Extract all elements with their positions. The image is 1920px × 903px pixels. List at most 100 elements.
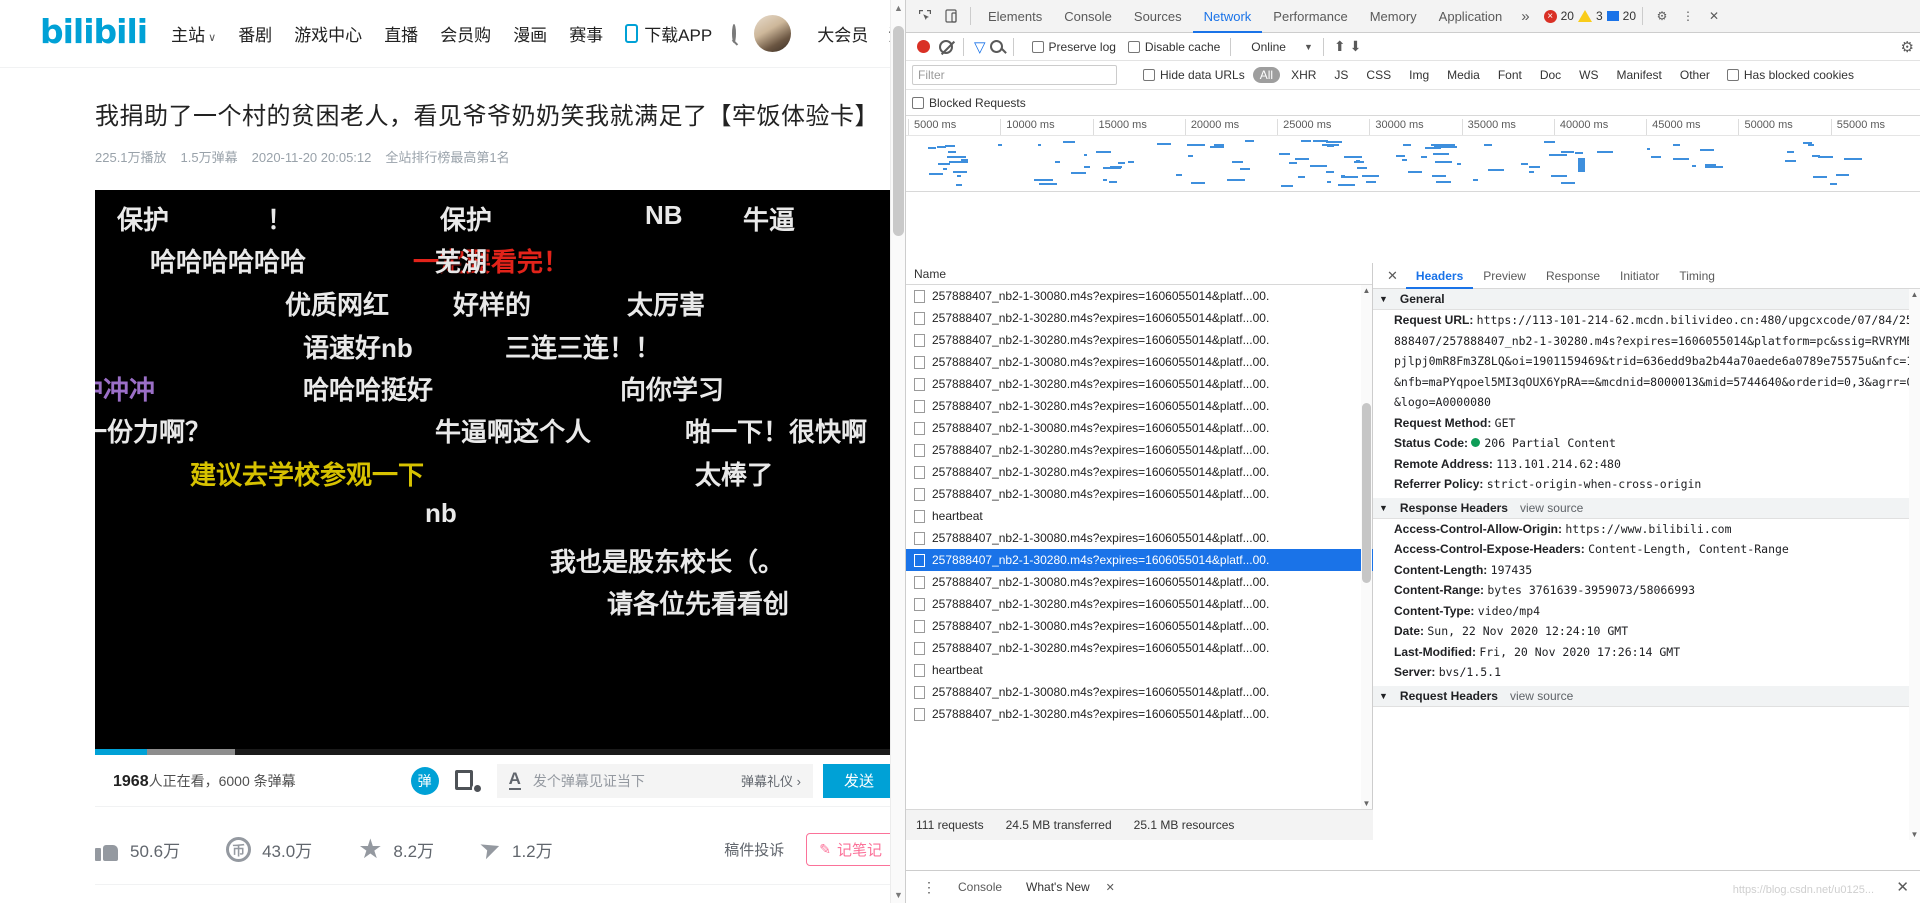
like-button[interactable]: 50.6万 — [95, 837, 180, 862]
inspect-element-icon[interactable] — [912, 3, 938, 29]
bilibili-logo[interactable]: bilibili — [40, 15, 148, 48]
table-row[interactable]: heartbeat — [906, 505, 1373, 527]
table-row[interactable]: 257888407_nb2-1-30280.m4s?expires=160605… — [906, 329, 1373, 351]
table-row[interactable]: heartbeat — [906, 659, 1373, 681]
take-note-button[interactable]: ✎ 记笔记 — [806, 832, 895, 866]
network-overview[interactable]: 5000 ms 10000 ms 15000 ms 20000 ms 25000 ms 3… — [906, 116, 1920, 192]
danmaku-etiquette-link[interactable]: 弹幕礼仪 › — [741, 771, 801, 790]
page-scrollbar-thumb[interactable] — [893, 26, 904, 236]
blocked-requests-row[interactable]: Blocked Requests — [906, 90, 1920, 116]
checkbox[interactable] — [912, 96, 924, 109]
table-row[interactable]: 257888407_nb2-1-30080.m4s?expires=160605… — [906, 571, 1373, 593]
video-player[interactable]: 保护！保护 NB 牛逼 哈哈哈哈哈哈 一定要看完！ 芜湖 优质网红 好样的 太厉害 语速好nb 三连… — [95, 190, 895, 755]
table-row[interactable]: 257888407_nb2-1-30080.m4s?expires=160605… — [906, 285, 1373, 307]
drawer-close-icon[interactable]: ✕ — [1884, 878, 1920, 896]
response-headers-section-header[interactable]: ▼ Response Headers view source — [1373, 497, 1920, 519]
tab-application[interactable]: Application — [1428, 0, 1514, 33]
details-tab-response[interactable]: Response — [1536, 263, 1610, 289]
table-row[interactable]: 257888407_nb2-1-30280.m4s?expires=160605… — [906, 637, 1373, 659]
type-filter-other[interactable]: Other — [1673, 67, 1717, 83]
tab-memory[interactable]: Memory — [1359, 0, 1428, 33]
search-icon[interactable] — [989, 40, 1003, 53]
checkbox[interactable] — [1143, 69, 1155, 81]
details-tab-timing[interactable]: Timing — [1669, 263, 1725, 289]
type-filter-manifest[interactable]: Manifest — [1610, 67, 1669, 83]
nav-item-bangumi[interactable]: 番剧 — [238, 21, 272, 46]
table-row[interactable]: 257888407_nb2-1-30080.m4s?expires=160605… — [906, 681, 1373, 703]
request-headers-section-header[interactable]: ▼ Request Headers view source — [1373, 685, 1920, 707]
type-filter-img[interactable]: Img — [1402, 67, 1436, 83]
device-toolbar-icon[interactable] — [938, 3, 964, 29]
view-source-link[interactable]: view source — [1510, 689, 1573, 703]
scroll-up-icon[interactable]: ▲ — [891, 3, 905, 13]
close-devtools-icon[interactable]: ✕ — [1701, 3, 1727, 29]
type-filter-ws[interactable]: WS — [1572, 67, 1605, 83]
table-row[interactable]: 257888407_nb2-1-30080.m4s?expires=160605… — [906, 615, 1373, 637]
table-row[interactable]: 257888407_nb2-1-30080.m4s?expires=160605… — [906, 527, 1373, 549]
type-filter-doc[interactable]: Doc — [1533, 67, 1568, 83]
request-list-scrollbar[interactable]: ▲ ▼ — [1361, 285, 1372, 809]
network-settings-icon[interactable]: ⚙ — [1901, 38, 1914, 56]
table-row[interactable]: 257888407_nb2-1-30280.m4s?expires=160605… — [906, 461, 1373, 483]
record-icon[interactable] — [917, 40, 930, 53]
tab-sources[interactable]: Sources — [1123, 0, 1193, 33]
type-filter-xhr[interactable]: XHR — [1284, 67, 1323, 83]
tab-elements[interactable]: Elements — [977, 0, 1053, 33]
table-row[interactable]: 257888407_nb2-1-30280.m4s?expires=160605… — [906, 549, 1373, 571]
share-button[interactable]: ➤ 1.2万 — [476, 832, 553, 865]
request-list-header[interactable]: Name — [906, 263, 1372, 285]
table-row[interactable]: 257888407_nb2-1-30280.m4s?expires=160605… — [906, 307, 1373, 329]
page-scrollbar[interactable]: ▲ ▼ — [890, 0, 905, 903]
scroll-up-icon[interactable]: ▲ — [1909, 290, 1920, 299]
drawer-tab-whats-new[interactable]: What's New — [1014, 880, 1102, 894]
table-row[interactable]: 257888407_nb2-1-30080.m4s?expires=160605… — [906, 417, 1373, 439]
download-app-button[interactable]: 下载APP — [625, 21, 712, 46]
preserve-log-checkbox[interactable]: Preserve log — [1031, 40, 1116, 54]
details-tab-headers[interactable]: Headers — [1406, 263, 1473, 289]
details-tab-initiator[interactable]: Initiator — [1610, 263, 1669, 289]
checkbox[interactable] — [1031, 40, 1044, 53]
table-row[interactable]: 257888407_nb2-1-30280.m4s?expires=160605… — [906, 703, 1373, 725]
drawer-tab-close-icon[interactable]: ✕ — [1106, 881, 1115, 894]
scroll-up-icon[interactable]: ▲ — [1361, 286, 1372, 295]
hide-data-urls-checkbox[interactable]: Hide data URLs — [1143, 68, 1245, 82]
type-filter-js[interactable]: JS — [1327, 67, 1355, 83]
send-danmaku-button[interactable]: 发送 — [823, 763, 895, 798]
nav-item-vip-shop[interactable]: 会员购 — [440, 21, 491, 46]
drawer-menu-icon[interactable]: ⋮ — [912, 879, 946, 896]
nav-item-live[interactable]: 直播 — [384, 21, 418, 46]
nav-item-game-center[interactable]: 游戏中心 — [294, 21, 362, 46]
filter-input[interactable]: Filter — [912, 65, 1117, 85]
import-har-icon[interactable]: ⬆ — [1334, 38, 1346, 55]
tab-network[interactable]: Network — [1193, 0, 1263, 33]
filter-icon[interactable]: ▽ — [974, 38, 986, 56]
tab-performance[interactable]: Performance — [1262, 0, 1358, 33]
throttling-select[interactable]: Online ▼ — [1251, 40, 1313, 54]
nav-item-esports[interactable]: 赛事 — [569, 21, 603, 46]
type-filter-all[interactable]: All — [1252, 67, 1281, 83]
close-details-icon[interactable]: ✕ — [1379, 268, 1406, 284]
disable-cache-checkbox[interactable]: Disable cache — [1127, 40, 1220, 54]
font-style-icon[interactable]: A — [508, 770, 521, 790]
view-source-link[interactable]: view source — [1520, 501, 1583, 515]
has-blocked-cookies-checkbox[interactable]: Has blocked cookies — [1726, 68, 1854, 82]
details-tab-preview[interactable]: Preview — [1473, 263, 1536, 289]
nav-item-main[interactable]: 主站 ∨ — [171, 21, 216, 46]
kebab-menu-icon[interactable]: ⋮ — [1675, 3, 1701, 29]
table-row[interactable]: 257888407_nb2-1-30280.m4s?expires=160605… — [906, 593, 1373, 615]
report-link[interactable]: 稿件投诉 — [724, 839, 784, 860]
table-row[interactable]: 257888407_nb2-1-30280.m4s?expires=160605… — [906, 395, 1373, 417]
clear-icon[interactable] — [939, 39, 953, 54]
avatar[interactable] — [754, 15, 792, 52]
general-section-header[interactable]: ▼ General — [1373, 289, 1920, 310]
table-row[interactable]: 257888407_nb2-1-30280.m4s?expires=160605… — [906, 439, 1373, 461]
danmaku-settings-icon[interactable] — [454, 769, 483, 794]
drawer-tab-console[interactable]: Console — [946, 880, 1014, 894]
details-scrollbar[interactable]: ▲ ▼ — [1909, 289, 1920, 840]
type-filter-font[interactable]: Font — [1491, 67, 1529, 83]
table-row[interactable]: 257888407_nb2-1-30080.m4s?expires=160605… — [906, 483, 1373, 505]
request-list[interactable]: 257888407_nb2-1-30080.m4s?expires=160605… — [906, 285, 1373, 809]
danmaku-input[interactable]: A 发个弹幕见证当下 弹幕礼仪 › — [496, 763, 813, 798]
nav-item-manga[interactable]: 漫画 — [513, 21, 547, 46]
scroll-down-icon[interactable]: ▼ — [1909, 830, 1920, 839]
